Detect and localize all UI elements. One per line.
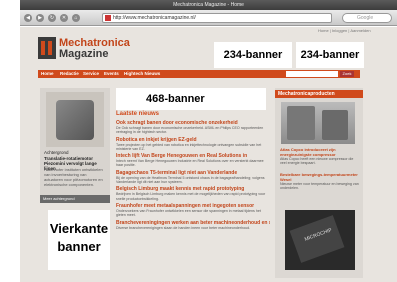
nav-item-service[interactable]: Service	[83, 70, 99, 78]
address-bar[interactable]: http://www.mechatronicamagazine.nl/	[102, 13, 332, 23]
product-body: Atlas Copco heeft een nieuwe compressor …	[280, 157, 354, 166]
news-body: Diverse brancheverenigingen slaan de han…	[116, 225, 251, 230]
news-body: De Ook schragt banen door economische on…	[116, 126, 264, 135]
list-item[interactable]: Intech lijft Van Berge Henegouwen en Rea…	[116, 153, 270, 168]
feature-more-link[interactable]: Meer achtergrond	[40, 195, 110, 203]
news-body: Intech neemt Van Berge Henegouwen Indust…	[116, 159, 264, 168]
list-item[interactable]: Branchevereningingen werken aan beter ma…	[116, 220, 270, 235]
news-title[interactable]: Branchevereningingen werken aan beter ma…	[116, 220, 270, 226]
news-list: Ook schragt banen door economische onzek…	[116, 120, 270, 236]
product-title[interactable]: Bestelbare bewegings-temperatuurmeter We…	[280, 172, 360, 182]
list-item[interactable]: Ook schragt banen door economische onzek…	[116, 120, 270, 135]
feature-body: Fraunhofer instituten ontwikkelen van in…	[44, 167, 103, 187]
home-icon[interactable]: ⌂	[72, 14, 80, 22]
reload-icon[interactable]: ↻	[48, 14, 56, 22]
motor-image	[56, 100, 94, 140]
nav-item-home[interactable]: Home	[41, 70, 54, 78]
browser-window: Mechatronica Magazine - Home ◀ ▶ ↻ ✕ ⌂ h…	[0, 0, 397, 282]
news-body: Onderzoekers van Fraunhofer ontwikkelen …	[116, 208, 261, 218]
list-item[interactable]: Belgisch Limburg maakt kennis met rapid …	[116, 186, 270, 201]
compressor-unit	[322, 110, 348, 140]
news-body: Bedrijven in Belgisch Limburg maken kenn…	[116, 192, 266, 201]
main-nav: Home Redactie Service Events Hightech Ni…	[38, 70, 360, 78]
feature-category: Achtergrond	[44, 150, 69, 155]
news-body: Twee projecten op het gebied van robotic…	[116, 142, 262, 151]
nav-item-redactie[interactable]: Redactie	[60, 70, 79, 78]
product-title[interactable]: Atlas Copco introduceert zijn energiezui…	[280, 147, 360, 157]
banner-234-right[interactable]: 234-banner	[296, 42, 364, 68]
banner-234-left[interactable]: 234-banner	[214, 42, 292, 68]
list-item[interactable]: Bagagechaos T5-terminal ligt niet aan Va…	[116, 170, 270, 185]
logo-text-sub[interactable]: Magazine	[59, 48, 109, 60]
square-banner[interactable]: Vierkante banner	[48, 210, 110, 270]
browser-toolbar: ◀ ▶ ↻ ✕ ⌂ http://www.mechatronicamagazin…	[20, 10, 397, 26]
list-item[interactable]: Fraunhofer meet metaalspanningen met ing…	[116, 203, 270, 218]
news-body: Bij de opening van de Heathrow Terminal …	[116, 175, 265, 185]
site-search-input[interactable]	[286, 71, 338, 77]
site-search-button[interactable]: Zoek	[340, 71, 354, 77]
products-heading: Mechatronicaproducten	[275, 90, 363, 98]
list-item[interactable]: Robotica en inkjet krijgen EZ-geld Twee p…	[116, 137, 270, 152]
product-body: Nieuwe meter voor temperatuur en bewegin…	[280, 182, 359, 191]
stop-icon[interactable]: ✕	[60, 14, 68, 22]
banner-468[interactable]: 468-banner	[116, 88, 266, 110]
forward-icon[interactable]: ▶	[36, 14, 44, 22]
search-input[interactable]: Google	[342, 13, 392, 23]
window-title: Mechatronica Magazine - Home	[20, 0, 397, 10]
favicon-icon	[105, 15, 111, 21]
top-links[interactable]: Home | Inloggen | Aanmelden	[318, 28, 371, 33]
back-icon[interactable]: ◀	[24, 14, 32, 22]
news-heading: Laatste nieuws	[116, 111, 160, 117]
url-text: http://www.mechatronicamagazine.nl/	[113, 15, 196, 21]
nav-item-hightech[interactable]: Hightech Nieuws	[124, 70, 160, 78]
logo-icon[interactable]	[38, 37, 56, 59]
nav-item-events[interactable]: Events	[104, 70, 119, 78]
compressor-unit	[287, 106, 315, 140]
